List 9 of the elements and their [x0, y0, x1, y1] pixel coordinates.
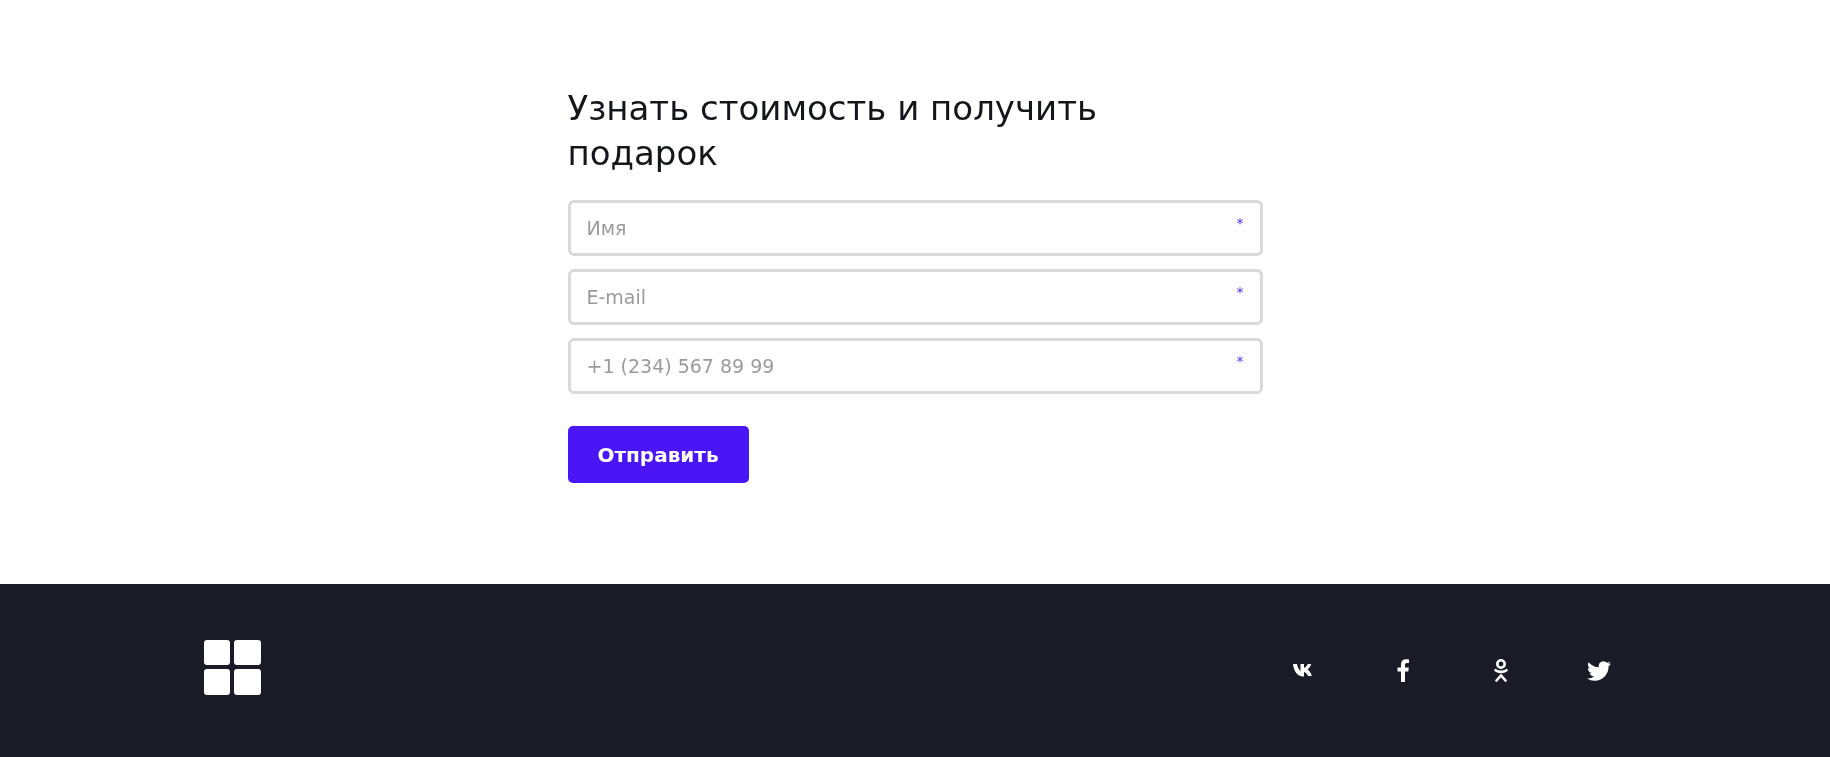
twitter-icon[interactable]: [1587, 660, 1611, 681]
four-squares-logo-icon[interactable]: [204, 640, 261, 695]
facebook-icon[interactable]: [1397, 659, 1409, 682]
required-mark: *: [1236, 216, 1244, 230]
submit-button[interactable]: Отправить: [567, 426, 749, 483]
odnoklassniki-icon[interactable]: [1494, 659, 1508, 682]
required-mark: *: [1236, 285, 1244, 299]
required-mark: *: [1236, 354, 1244, 368]
form-heading: Узнать стоимость и получить подарок: [567, 87, 1099, 175]
